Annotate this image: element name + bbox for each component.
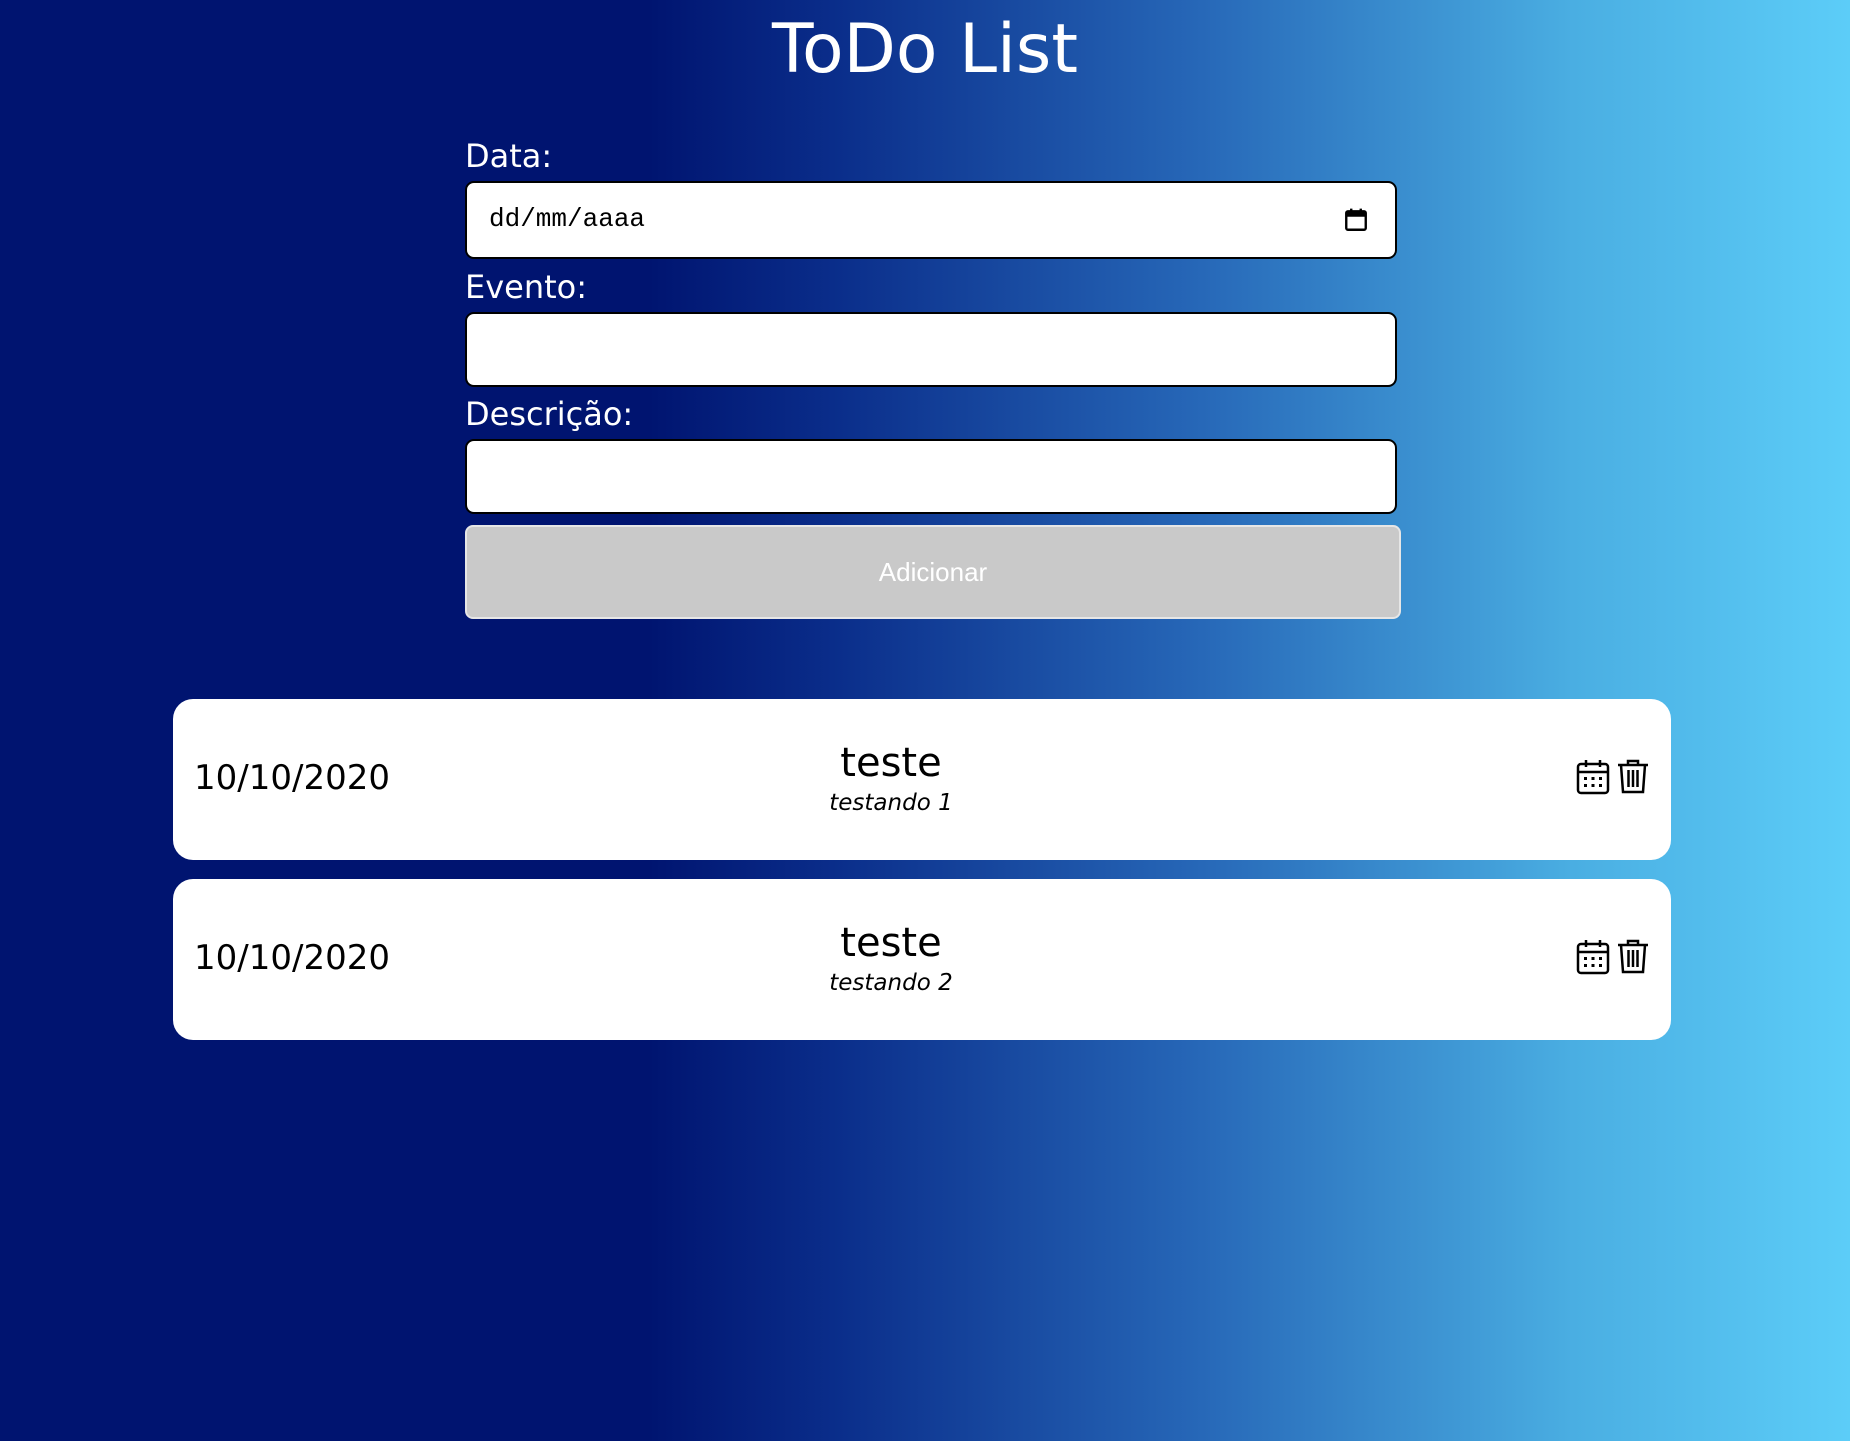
- todo-item: 10/10/2020 teste testando 1: [173, 699, 1671, 860]
- calendar-picker-icon[interactable]: [1343, 207, 1369, 233]
- description-input[interactable]: [465, 439, 1397, 514]
- todo-date: 10/10/2020: [194, 758, 390, 798]
- todo-date: 10/10/2020: [194, 938, 390, 978]
- calendar-icon[interactable]: [1576, 939, 1610, 975]
- date-input[interactable]: dd/mm/aaaa: [465, 181, 1397, 259]
- todo-item: 10/10/2020 teste testando 2: [173, 879, 1671, 1040]
- event-input[interactable]: [465, 312, 1397, 387]
- page-title: ToDo List: [771, 10, 1079, 89]
- trash-icon[interactable]: [1616, 759, 1650, 795]
- date-placeholder: dd/mm/aaaa: [489, 204, 646, 234]
- todo-description: testando 2: [829, 970, 953, 996]
- trash-icon[interactable]: [1616, 939, 1650, 975]
- event-label: Evento:: [465, 268, 588, 306]
- date-label: Data:: [465, 137, 553, 175]
- todo-description: testando 1: [829, 790, 953, 816]
- add-button[interactable]: Adicionar: [465, 525, 1401, 619]
- description-label: Descrição:: [465, 395, 634, 433]
- todo-event: teste: [840, 740, 942, 786]
- calendar-icon[interactable]: [1576, 759, 1610, 795]
- todo-event: teste: [840, 920, 942, 966]
